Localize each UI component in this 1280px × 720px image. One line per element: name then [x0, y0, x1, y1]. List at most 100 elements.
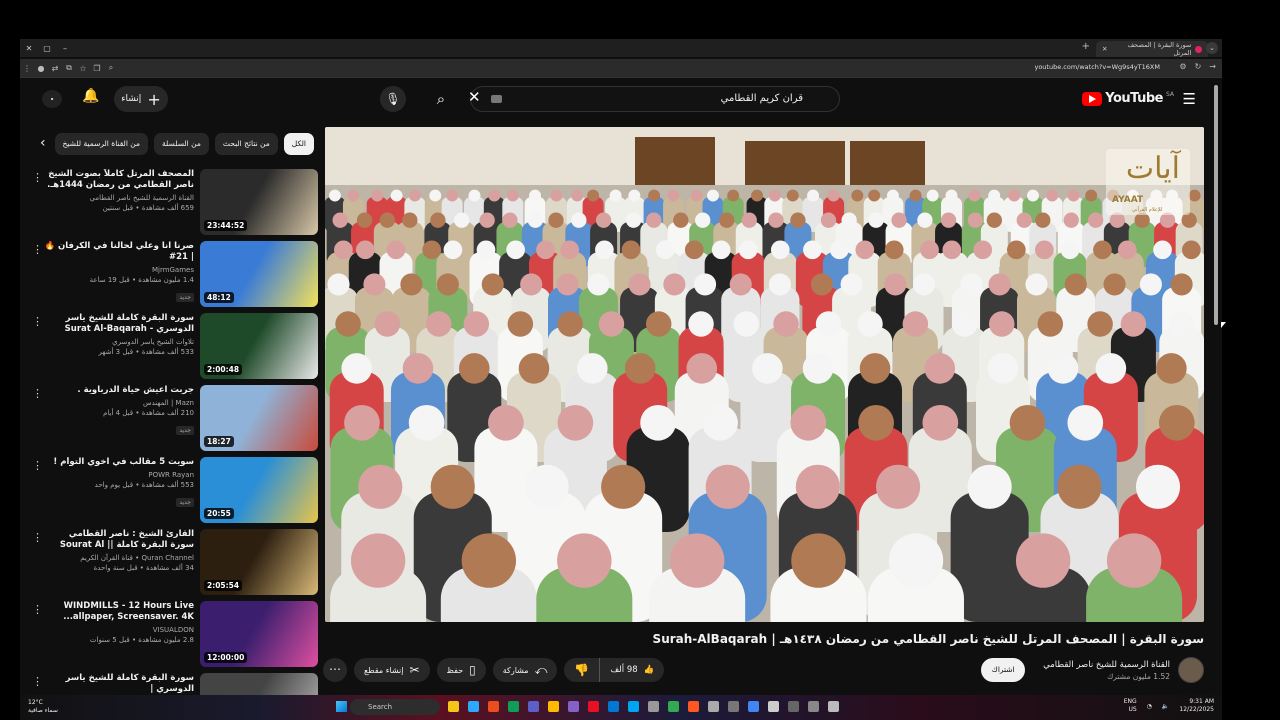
- channel-avatar[interactable]: [1178, 657, 1204, 683]
- taskbar-app-icon[interactable]: [688, 701, 699, 712]
- list-item[interactable]: 23:44:52 المصحف المرتل كاملاً بصوت الشيخ …: [28, 169, 318, 241]
- video-item-channel[interactable]: Mazn | المهندس: [44, 399, 194, 407]
- share-button[interactable]: ⤺ مشاركة: [492, 658, 558, 682]
- active-tab[interactable]: سورة البقرة | المصحف المرتل ✕: [1096, 41, 1208, 57]
- list-item[interactable]: 2:00:48 سورة البقرة كاملة للشيخ ياسر الدو…: [28, 313, 318, 385]
- taskbar-app-icon[interactable]: [788, 701, 799, 712]
- wifi-icon[interactable]: ◔: [1147, 703, 1152, 710]
- video-thumbnail[interactable]: 12:00:00: [200, 601, 318, 667]
- keyboard-icon[interactable]: [491, 95, 502, 103]
- video-player[interactable]: آيات AYAAT للإعلام القرآني: [325, 127, 1204, 622]
- item-menu-icon[interactable]: ⋮: [32, 603, 43, 616]
- list-item[interactable]: 48:12 صرنا انا وعلي لحالنا في الكرفان 🔥 |…: [28, 241, 318, 313]
- video-item-channel[interactable]: VISUALDON: [44, 626, 194, 634]
- taskbar-app-icon[interactable]: [588, 701, 599, 712]
- subscribe-button[interactable]: اشتراك: [981, 658, 1026, 682]
- item-menu-icon[interactable]: ⋮: [32, 243, 43, 256]
- taskbar-search[interactable]: Search: [350, 699, 440, 715]
- clear-search-icon[interactable]: ✕: [468, 88, 481, 106]
- item-menu-icon[interactable]: ⋮: [32, 459, 43, 472]
- dislike-icon[interactable]: 👎: [564, 658, 599, 682]
- chip-series[interactable]: من السلسلة: [154, 133, 209, 155]
- chip-all[interactable]: الكل: [283, 133, 314, 155]
- video-thumbnail[interactable]: 20:55: [200, 457, 318, 523]
- video-thumbnail[interactable]: 2:05:54: [200, 529, 318, 595]
- list-item[interactable]: 12:00:00 WINDMILLS - 12 Hours Live ...all…: [28, 601, 318, 673]
- search-box[interactable]: قران كريم القطامي: [470, 86, 840, 112]
- forward-icon[interactable]: →: [1209, 62, 1216, 71]
- item-menu-icon[interactable]: ⋮: [32, 387, 43, 400]
- save-button[interactable]: ▯ حفظ: [436, 658, 486, 682]
- notifications-bell-icon[interactable]: 🔔: [82, 88, 99, 104]
- new-tab-button[interactable]: +: [1082, 41, 1090, 52]
- video-item-channel[interactable]: POWR Rayan: [44, 471, 194, 479]
- translate-icon[interactable]: ⇄: [48, 64, 62, 73]
- video-item-title[interactable]: القارئ الشيخ : ناصر القطامي سورة البقرة …: [44, 529, 194, 551]
- video-thumbnail[interactable]: 48:12: [200, 241, 318, 307]
- url-field[interactable]: youtube.com/watch?v=Wg9s4yT16XM: [1034, 63, 1160, 71]
- taskbar-app-icon[interactable]: [508, 701, 519, 712]
- taskbar-app-icon[interactable]: [568, 701, 579, 712]
- taskbar-app-icon[interactable]: [828, 701, 839, 712]
- video-item-title[interactable]: المصحف المرتل كاملاً بصوت الشيخ ناصر الق…: [44, 169, 194, 191]
- list-item[interactable]: 18:27 جربت اعيش حياة الدرباوية . Mazn | ال…: [28, 385, 318, 457]
- weather-widget[interactable]: 12°C سماء صافية: [28, 699, 58, 715]
- profile-icon[interactable]: ●: [34, 64, 48, 73]
- video-item-title[interactable]: صرنا انا وعلي لحالنا في الكرفان 🔥 | 21#: [44, 241, 194, 263]
- voice-search-icon[interactable]: 🎙: [380, 86, 406, 112]
- restore-icon[interactable]: ▢: [38, 44, 56, 53]
- video-item-title[interactable]: WINDMILLS - 12 Hours Live ...allpaper, S…: [44, 601, 194, 623]
- reload-icon[interactable]: ↻: [1195, 62, 1202, 71]
- tab-list-chevron-icon[interactable]: ⌄: [1206, 42, 1218, 54]
- video-thumbnail[interactable]: [200, 673, 318, 695]
- taskbar-app-icon[interactable]: [748, 701, 759, 712]
- taskbar-app-icon[interactable]: [648, 701, 659, 712]
- search-input[interactable]: قران كريم القطامي: [721, 93, 803, 104]
- video-thumbnail[interactable]: 18:27: [200, 385, 318, 451]
- menu-dots-icon[interactable]: ⋮: [20, 64, 34, 73]
- taskbar-app-icon[interactable]: [608, 701, 619, 712]
- list-item[interactable]: سورة البقرة كاملة للشيخ ياسر الدوسري | ⋮: [28, 673, 318, 695]
- taskbar-app-icon[interactable]: [668, 701, 679, 712]
- minimize-icon[interactable]: –: [56, 44, 74, 53]
- video-thumbnail[interactable]: 23:44:52: [200, 169, 318, 235]
- tab-close-icon[interactable]: ✕: [1102, 45, 1107, 53]
- video-item-channel[interactable]: تلاوات الشيخ ياسر الدوسري: [44, 338, 194, 346]
- chip-search-results[interactable]: من نتائج البحث: [214, 133, 278, 155]
- video-item-title[interactable]: جربت اعيش حياة الدرباوية .: [44, 385, 194, 396]
- list-item[interactable]: 2:05:54 القارئ الشيخ : ناصر القطامي سورة …: [28, 529, 318, 601]
- taskbar-app-icon[interactable]: [808, 701, 819, 712]
- taskbar-app-icon[interactable]: [728, 701, 739, 712]
- taskbar-app-icon[interactable]: [768, 701, 779, 712]
- taskbar-app-icon[interactable]: [488, 701, 499, 712]
- chip-channel[interactable]: من القناة الرسمية للشيخ: [54, 133, 149, 155]
- video-item-channel[interactable]: MjrmGames: [44, 266, 194, 274]
- item-menu-icon[interactable]: ⋮: [32, 315, 43, 328]
- account-avatar[interactable]: ▪: [42, 90, 62, 108]
- site-settings-icon[interactable]: ⚙: [1179, 62, 1186, 71]
- taskbar-app-icon[interactable]: [448, 701, 459, 712]
- page-scrollbar[interactable]: [1214, 85, 1218, 325]
- taskbar-app-icon[interactable]: [628, 701, 639, 712]
- extensions-icon[interactable]: ⧉: [62, 63, 76, 73]
- like-button[interactable]: 👍 98 ألف: [599, 658, 664, 682]
- clock[interactable]: 9:31 AM 12/22/2025: [1179, 698, 1214, 714]
- video-item-title[interactable]: سورة البقرة كاملة للشيخ ياسر الدوسري - S…: [44, 313, 194, 335]
- windows-start-icon[interactable]: [336, 701, 347, 712]
- input-language[interactable]: ENG US: [1124, 698, 1137, 714]
- video-item-channel[interactable]: القناة الرسمية للشيخ ناصر القطامي: [44, 194, 194, 202]
- item-menu-icon[interactable]: ⋮: [32, 531, 43, 544]
- taskbar-app-icon[interactable]: [468, 701, 479, 712]
- zoom-icon[interactable]: ⌕: [104, 63, 118, 73]
- taskbar-app-icon[interactable]: [548, 701, 559, 712]
- bookmark-star-icon[interactable]: ☆: [76, 64, 90, 73]
- video-item-channel[interactable]: Quran Channel • قناة القرآن الكريم: [44, 554, 194, 562]
- clip-button[interactable]: ✂ إنشاء مقطع: [354, 658, 430, 682]
- create-button[interactable]: + إنشاء: [114, 86, 168, 112]
- video-thumbnail[interactable]: 2:00:48: [200, 313, 318, 379]
- close-window-icon[interactable]: ✕: [20, 44, 38, 53]
- taskbar-app-icon[interactable]: [528, 701, 539, 712]
- video-item-title[interactable]: سورة البقرة كاملة للشيخ ياسر الدوسري |: [44, 673, 194, 695]
- item-menu-icon[interactable]: ⋮: [32, 675, 43, 688]
- copy-icon[interactable]: ❐: [90, 64, 104, 73]
